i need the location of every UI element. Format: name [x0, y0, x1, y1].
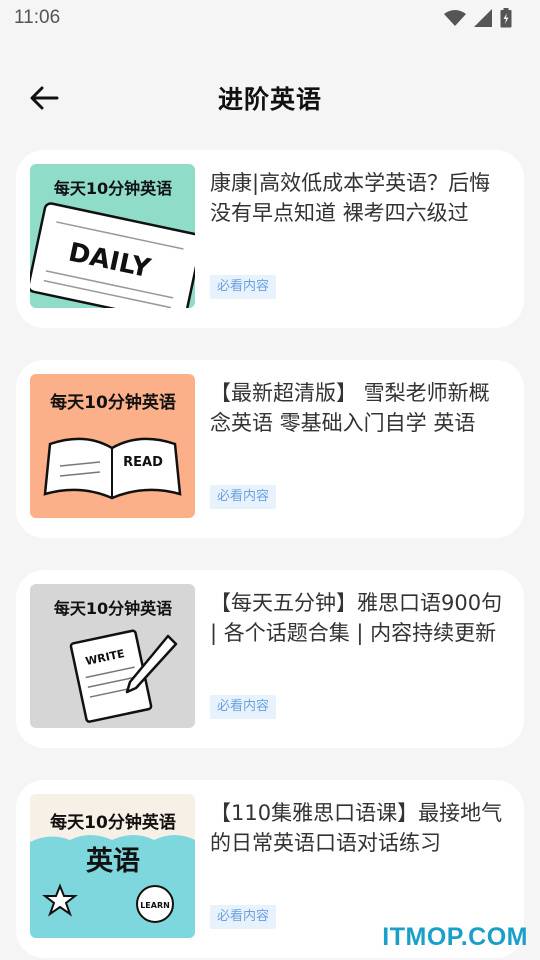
- must-see-tag: 必看内容: [210, 485, 277, 509]
- course-thumbnail: 每天10分钟英语 英语 LEARN: [30, 794, 195, 938]
- course-thumbnail: 每天10分钟英语 READ: [30, 374, 195, 518]
- course-card[interactable]: 每天10分钟英语 DAILY 康康|高效低成本学英语？后悔没有早点知道 裸考四六…: [16, 150, 524, 328]
- course-card[interactable]: 每天10分钟英语 WRITE 【每天五分钟】雅思口语900句 | 各个话题合集 …: [16, 570, 524, 748]
- course-thumbnail: 每天10分钟英语 DAILY: [30, 164, 195, 308]
- course-title: 【每天五分钟】雅思口语900句 | 各个话题合集 | 内容持续更新: [210, 591, 503, 645]
- course-card[interactable]: 每天10分钟英语 READ 【最新超清版】 雪梨老师新概念英语 零基础入门自学 …: [16, 360, 524, 538]
- course-title: 【110集雅思口语课】最接地气的日常英语口语对话练习: [210, 801, 503, 855]
- thumb-big-text: 英语: [86, 846, 140, 877]
- must-see-tag: 必看内容: [210, 905, 277, 929]
- thumb-caption: 每天10分钟英语: [50, 392, 176, 413]
- thumb-caption: 每天10分钟英语: [54, 179, 172, 198]
- thumb-word: READ: [123, 455, 163, 470]
- course-thumbnail: 每天10分钟英语 WRITE: [30, 584, 195, 728]
- arrow-left-icon: [30, 86, 59, 110]
- page-title: 进阶英语: [217, 85, 322, 114]
- course-title: 康康|高效低成本学英语？后悔没有早点知道 裸考四六级过: [210, 171, 491, 225]
- status-icons: [444, 8, 512, 28]
- status-bar: 11:06: [0, 0, 540, 36]
- battery-charging-icon: [500, 8, 512, 28]
- back-button[interactable]: [28, 84, 60, 112]
- thumb-word: LEARN: [140, 901, 170, 910]
- watermark: ITMOP.COM: [382, 923, 528, 951]
- header: 进阶英语: [0, 60, 540, 136]
- course-title: 【最新超清版】 雪梨老师新概念英语 零基础入门自学 英语: [210, 381, 490, 435]
- thumb-caption: 每天10分钟英语: [50, 812, 176, 833]
- must-see-tag: 必看内容: [210, 275, 277, 299]
- signal-icon: [474, 9, 492, 27]
- wifi-icon: [444, 10, 466, 26]
- thumb-caption: 每天10分钟英语: [54, 599, 172, 618]
- status-time: 11:06: [14, 7, 61, 28]
- must-see-tag: 必看内容: [210, 695, 277, 719]
